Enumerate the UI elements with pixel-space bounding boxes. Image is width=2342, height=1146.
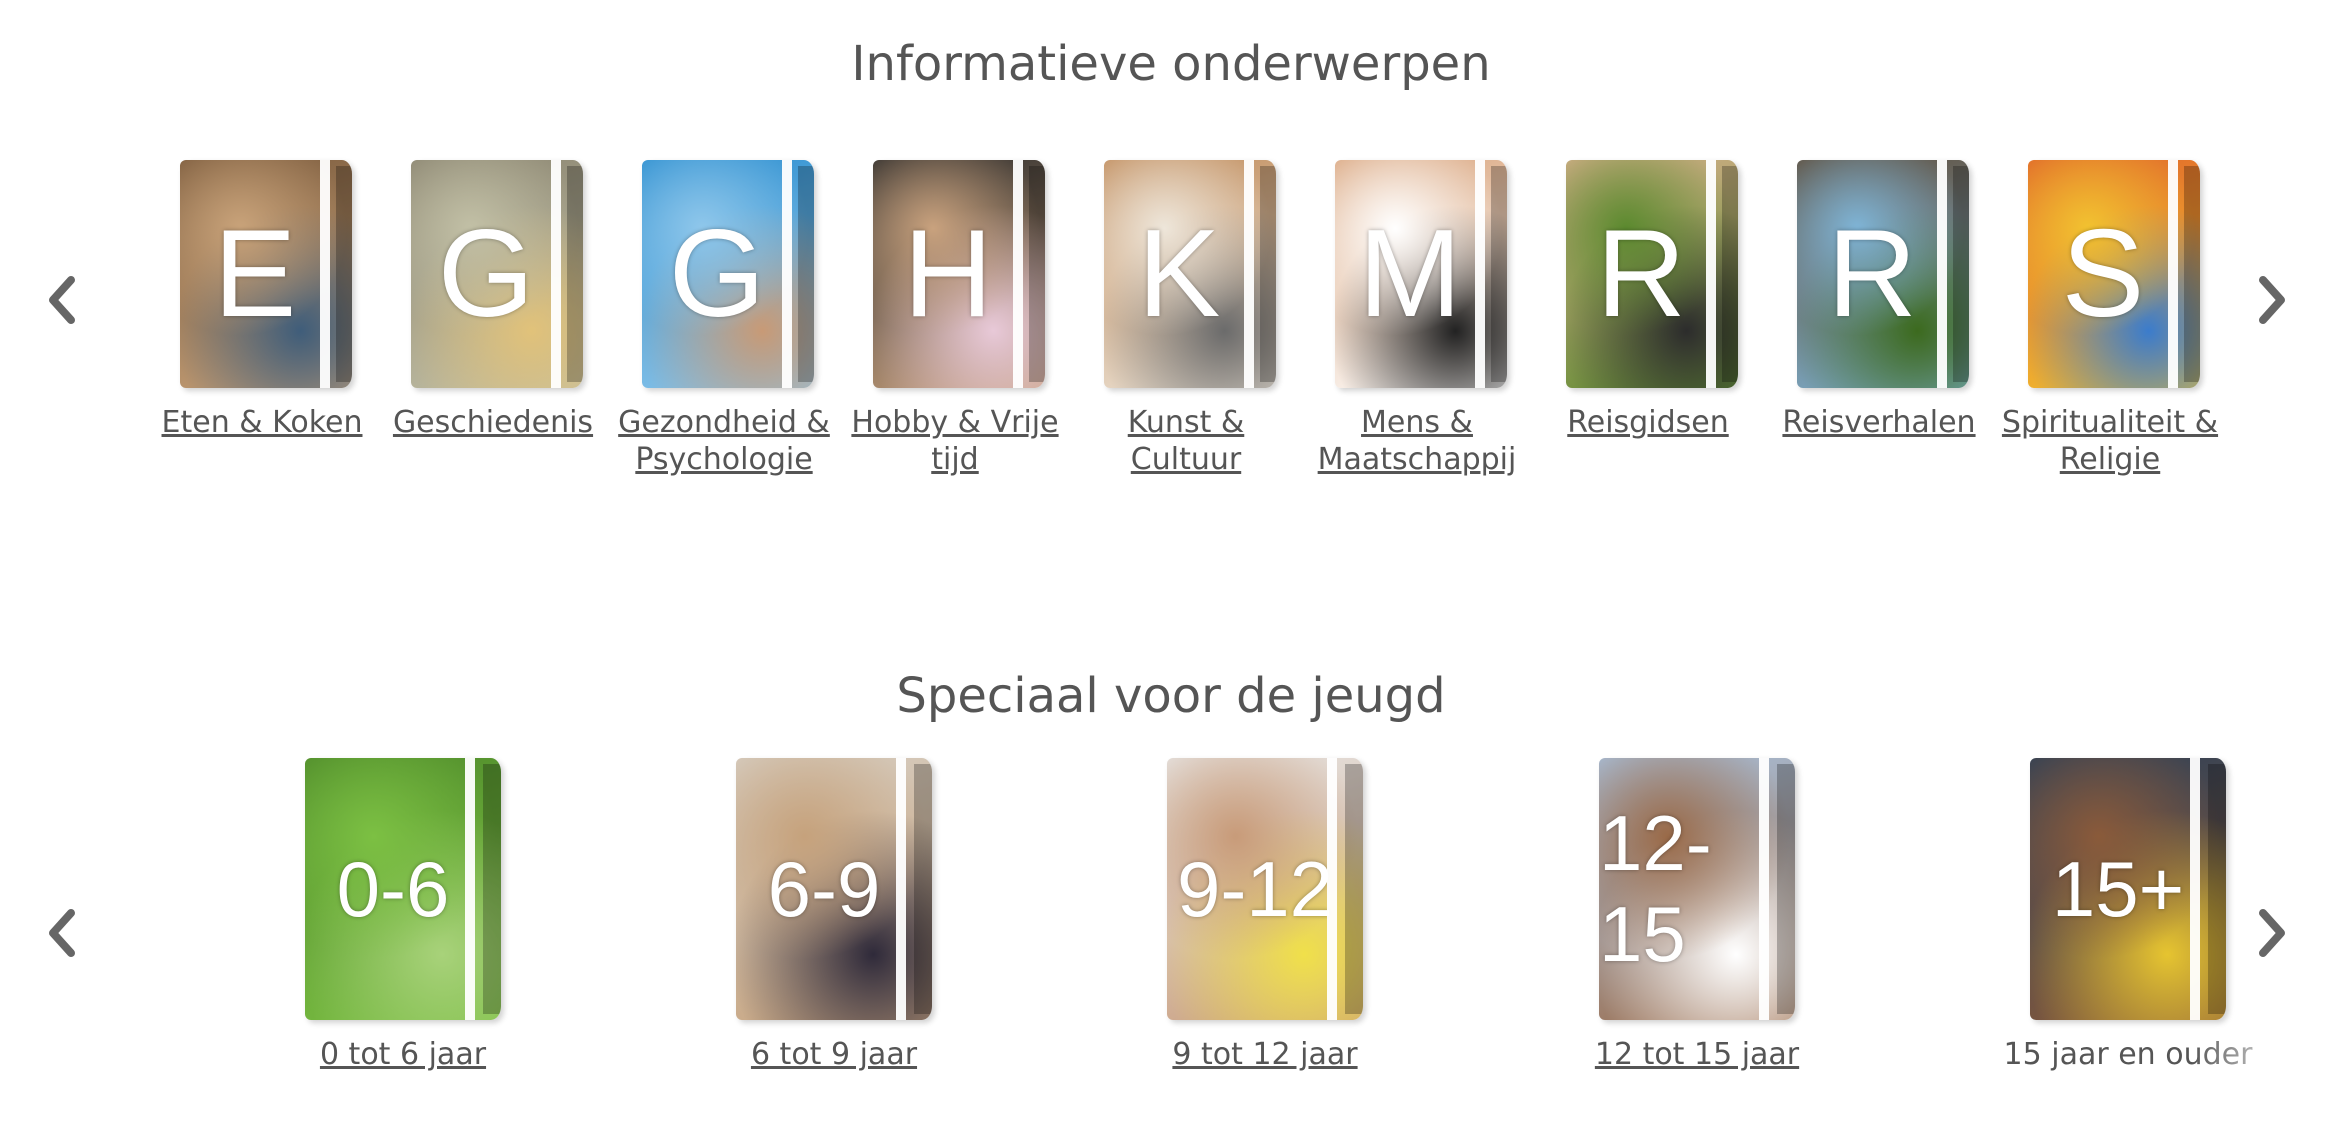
book-cover-image: 15+ — [2030, 758, 2226, 1020]
section-title-informatieve: Informatieve onderwerpen — [851, 36, 1491, 92]
carousel-informatieve: E Eten & Koken G Geschiedenis G Gezondhe… — [0, 160, 2342, 500]
category-label[interactable]: Spiritualiteit & Religie — [2000, 404, 2220, 478]
age-group-label[interactable]: 15 jaar en ouder — [1968, 1036, 2288, 1073]
category-label[interactable]: Hobby & Vrije tijd — [845, 404, 1065, 478]
age-group-label[interactable]: 0 tot 6 jaar — [243, 1036, 563, 1073]
book-cover-image: 0-6 — [305, 758, 501, 1020]
category-label[interactable]: Eten & Koken — [152, 404, 372, 441]
book-cover-image: R — [1566, 160, 1738, 388]
age-group-label[interactable]: 6 tot 9 jaar — [674, 1036, 994, 1073]
book-cover-image: 6-9 — [736, 758, 932, 1020]
book-cover-image: M — [1335, 160, 1507, 388]
section-title-jeugd: Speciaal voor de jeugd — [896, 668, 1446, 724]
category-label[interactable]: Mens & Maatschappij — [1307, 404, 1527, 478]
category-label[interactable]: Kunst & Cultuur — [1076, 404, 1296, 478]
age-group-label[interactable]: 12 tot 15 jaar — [1537, 1036, 1857, 1073]
category-label[interactable]: Reisgidsen — [1538, 404, 1758, 441]
book-cover-image: K — [1104, 160, 1276, 388]
book-cover-image: 12-15 — [1599, 758, 1795, 1020]
book-cover-image: G — [642, 160, 814, 388]
book-cover-image: R — [1797, 160, 1969, 388]
book-cover-image: G — [411, 160, 583, 388]
book-cover-image: 9-12 — [1167, 758, 1363, 1020]
category-label[interactable]: Geschiedenis — [383, 404, 603, 441]
book-cover-image: S — [2028, 160, 2200, 388]
category-label[interactable]: Reisverhalen — [1769, 404, 1989, 441]
book-cover-image: E — [180, 160, 352, 388]
age-group-label[interactable]: 9 tot 12 jaar — [1105, 1036, 1425, 1073]
book-cover-image: H — [873, 160, 1045, 388]
carousel-jeugd: 0-6 0 tot 6 jaar 6-9 6 tot 9 jaar 9-12 9… — [0, 758, 2342, 1098]
category-label[interactable]: Gezondheid & Psychologie — [614, 404, 834, 478]
